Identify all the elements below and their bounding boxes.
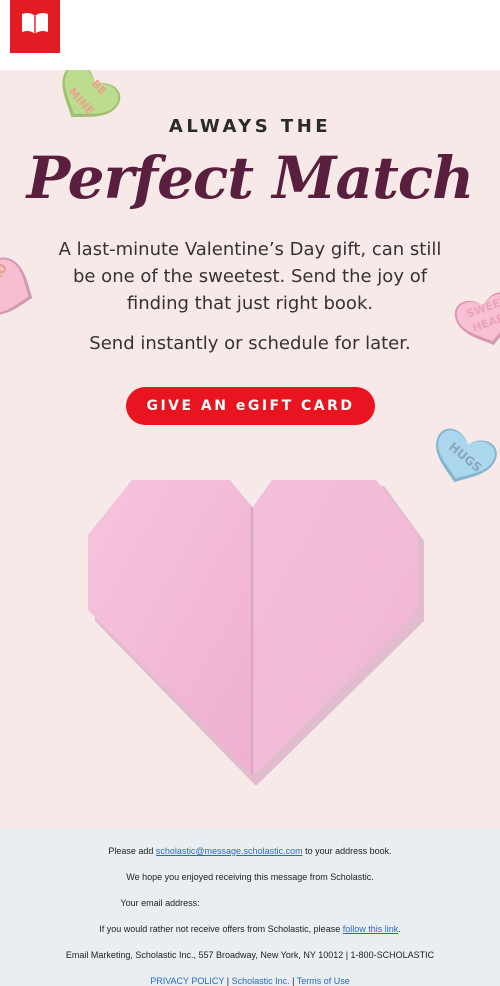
unsubscribe-link[interactable]: follow this link [343, 924, 399, 934]
candy-heart-hugs: HUGS [420, 410, 500, 496]
email-footer: Please add scholastic@message.scholastic… [0, 828, 500, 986]
hero-section: BE MINE XO SWEET HEART HUGS ALWAYS THE P… [0, 70, 500, 828]
hope-line: We hope you enjoyed receiving this messa… [126, 872, 374, 882]
footer-links: PRIVACY POLICY | Scholastic Inc. | Terms… [150, 976, 350, 986]
opt-out-line: If you would rather not receive offers f… [99, 924, 401, 934]
privacy-policy-link[interactable]: PRIVACY POLICY [150, 976, 224, 986]
open-book-icon [22, 12, 48, 35]
company-address: Email Marketing, Scholastic Inc., 557 Br… [65, 950, 435, 960]
give-egift-card-button[interactable]: GIVE AN eGIFT CARD [126, 387, 375, 425]
scholastic-inc-link[interactable]: Scholastic Inc. [232, 976, 290, 986]
hero-body-text: A last-minute Valentine’s Day gift, can … [58, 239, 442, 314]
page-title: Perfect Match [26, 144, 475, 212]
email-header [0, 0, 500, 70]
terms-of-use-link[interactable]: Terms of Use [297, 976, 350, 986]
origami-heart-image [80, 475, 425, 790]
scholastic-logo[interactable] [10, 0, 60, 53]
candy-heart-xo: XO [0, 245, 40, 331]
sender-email-link[interactable]: scholastic@message.scholastic.com [156, 846, 303, 856]
address-book-line: Please add scholastic@message.scholastic… [108, 846, 392, 856]
your-email-line: Your email address: [120, 898, 200, 908]
eyebrow-heading: ALWAYS THE [168, 116, 332, 137]
hero-subtext: Send instantly or schedule for later. [89, 333, 411, 354]
